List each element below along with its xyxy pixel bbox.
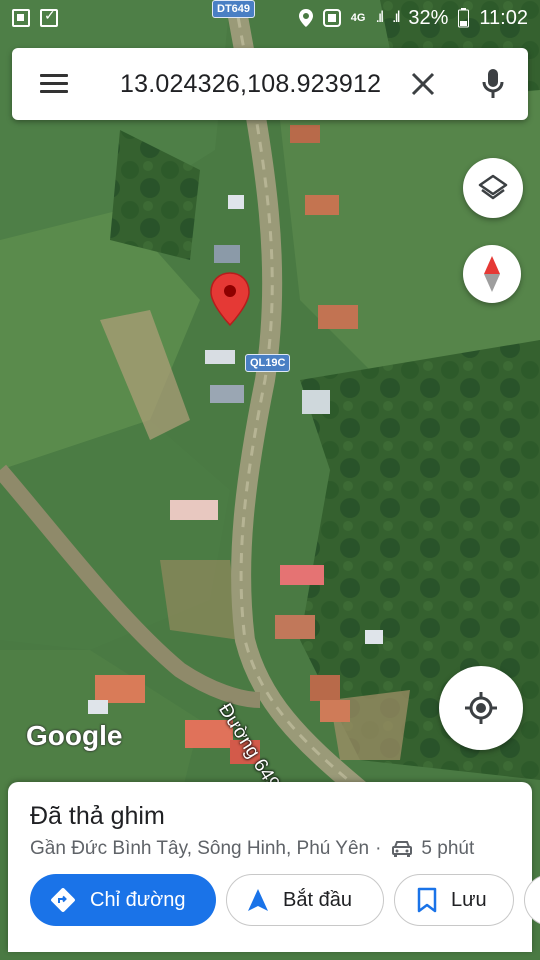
crosshair-icon [465,692,497,724]
compass-icon [484,256,500,292]
road-shield-dt649: DT649 [212,0,256,18]
clock: 11:02 [479,6,528,29]
mic-icon [482,69,504,98]
signal-2-icon: .ıl [391,9,401,26]
road-shield-ql19c: QL19C [245,354,291,372]
network-type: 4G [350,12,366,24]
place-subtitle-row: Gần Đức Bình Tây, Sông Hinh, Phú Yên · 5… [30,838,474,860]
compass-button[interactable] [463,245,521,303]
battery-icon [458,8,470,28]
clear-button[interactable] [388,48,458,120]
place-title: Đã thả ghim [30,802,165,830]
close-icon [411,72,435,96]
data-saver-icon [322,9,341,27]
place-address: Gần Đức Bình Tây, Sông Hinh, Phú Yên [30,838,370,859]
separator: · [375,838,382,859]
action-buttons: Chỉ đường Bắt đầu Lưu [30,874,540,926]
navigation-arrow-icon [247,888,269,912]
directions-icon [50,887,76,913]
bookmark-icon [417,887,437,913]
car-icon [391,840,413,858]
save-label: Lưu [451,888,487,911]
start-label: Bắt đầu [283,888,352,911]
menu-button[interactable] [12,48,96,120]
status-bar: 4G .ıl .ıl 32% 11:02 [0,0,540,36]
dropped-pin-icon[interactable] [209,271,251,332]
start-button[interactable]: Bắt đầu [226,874,384,926]
google-logo: Google [26,720,123,751]
status-left [12,7,58,27]
place-card[interactable]: Đã thả ghim Gần Đức Bình Tây, Sông Hinh,… [8,782,540,952]
hamburger-icon [40,74,68,94]
status-right: 4G .ıl .ıl 32% 11:02 [298,6,528,30]
directions-label: Chỉ đường [90,888,186,911]
search-input[interactable]: 13.024326,108.923912 [120,70,388,99]
layers-button[interactable] [463,158,523,218]
voice-search-button[interactable] [458,48,528,120]
search-bar[interactable]: 13.024326,108.923912 [12,48,528,120]
more-actions-button[interactable] [524,874,540,926]
gallery-notification-icon [12,9,30,27]
location-icon [298,9,313,27]
directions-button[interactable]: Chỉ đường [30,874,216,926]
drive-time: 5 phút [421,838,475,859]
layers-icon [478,174,508,200]
my-location-button[interactable] [439,666,523,750]
checkbox-notification-icon [40,7,58,27]
signal-icon: .ıl [375,9,384,26]
save-button[interactable]: Lưu [394,874,514,926]
battery-level: 32% [408,6,449,29]
